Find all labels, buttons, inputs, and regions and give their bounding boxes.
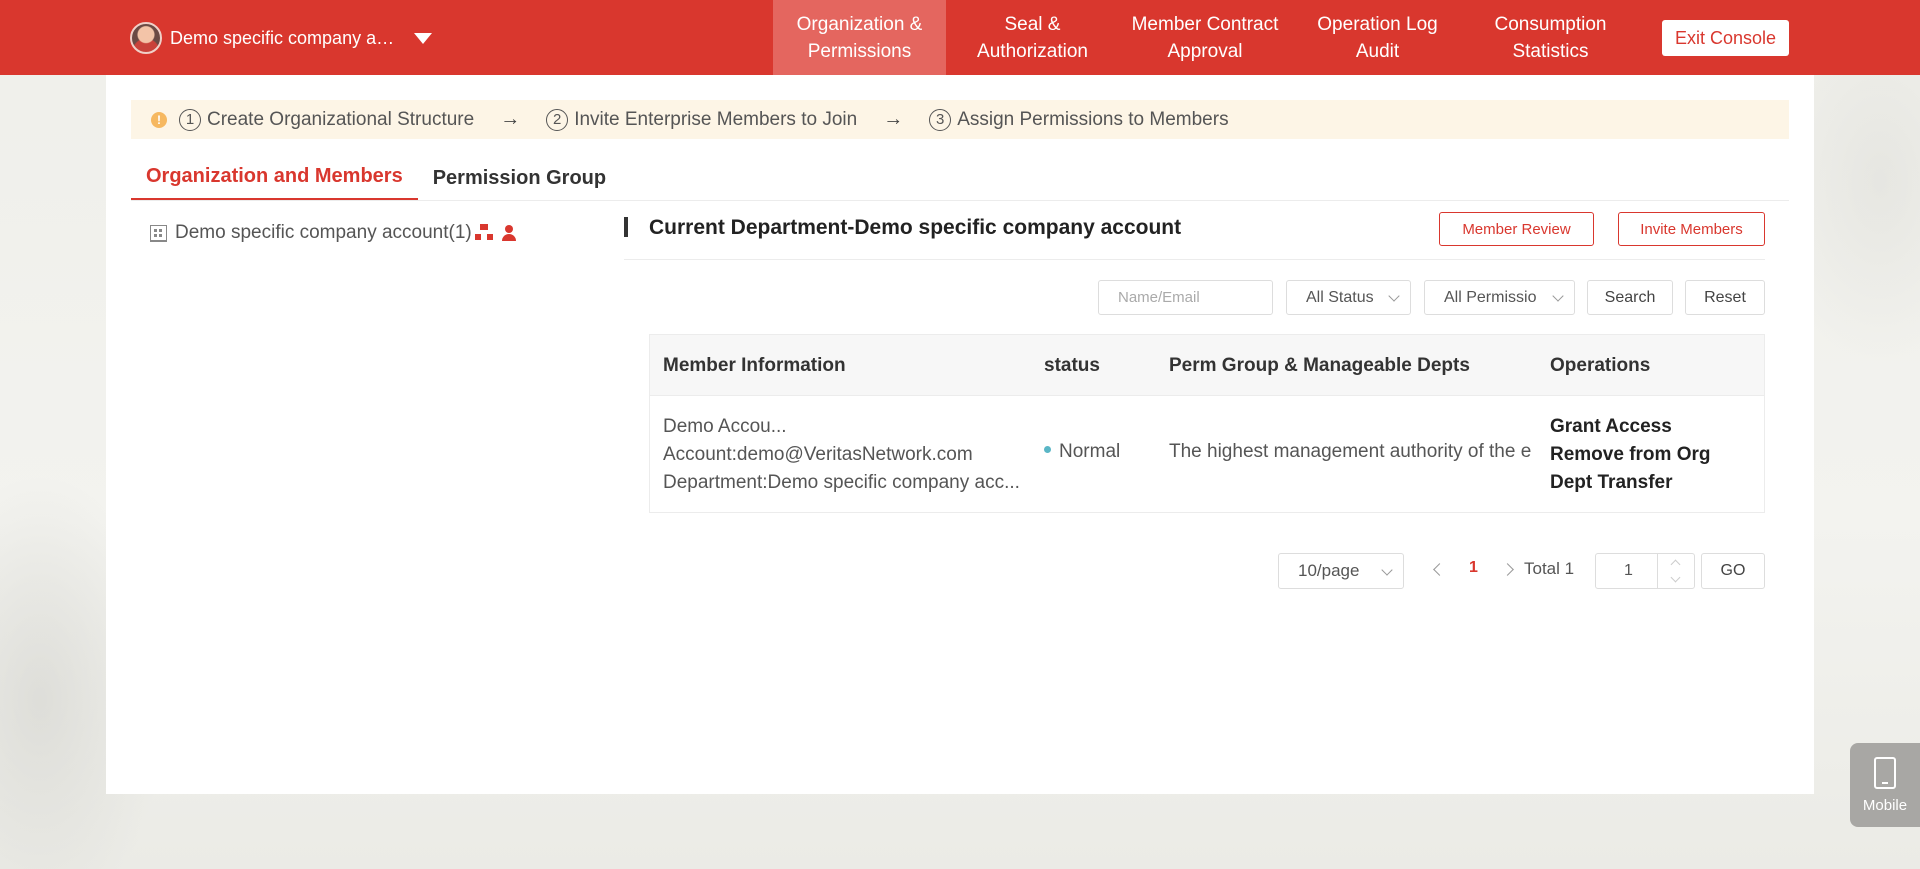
total-count: Total 1 — [1524, 559, 1575, 578]
status-cell: Normal — [1044, 441, 1120, 463]
arrow-right-icon: → — [500, 108, 521, 130]
page-size-value: 10/page — [1298, 561, 1360, 580]
page-size-select[interactable]: 10/page — [1278, 553, 1404, 589]
title-accent-bar — [624, 217, 628, 237]
column-header: status — [1044, 355, 1100, 376]
nav-label: Consumption Statistics — [1494, 13, 1607, 62]
go-button[interactable]: GO — [1701, 553, 1765, 589]
reset-button[interactable]: Reset — [1685, 280, 1765, 315]
member-department: Department:Demo specific company acc... — [663, 472, 1020, 493]
permission-select-value: All Permissio — [1444, 288, 1537, 306]
main-nav: Organization & Permissions Seal & Author… — [773, 0, 1637, 75]
chevron-down-icon — [1552, 290, 1564, 302]
status-dot-icon — [1044, 446, 1051, 454]
user-icon[interactable] — [500, 224, 518, 242]
nav-label: Operation Log Audit — [1317, 13, 1438, 62]
members-table: Member Information status Perm Group & M… — [649, 334, 1765, 513]
member-review-button[interactable]: Member Review — [1439, 212, 1594, 246]
tab-organization-members[interactable]: Organization and Members — [131, 165, 418, 200]
remove-from-org-link[interactable]: Remove from Org — [1550, 441, 1710, 469]
page-stepper[interactable] — [1657, 554, 1694, 588]
operations-cell: Grant Access Remove from Org Dept Transf… — [1550, 413, 1710, 497]
avatar — [130, 22, 162, 54]
member-account: Account:demo@VeritasNetwork.com — [663, 444, 973, 465]
nav-organization-permissions[interactable]: Organization & Permissions — [773, 0, 946, 75]
page-number-current[interactable]: 1 — [1469, 559, 1478, 577]
status-select[interactable]: All Status — [1286, 280, 1411, 315]
step-number: 2 — [546, 108, 569, 131]
search-button[interactable]: Search — [1587, 280, 1673, 315]
step-number: 3 — [929, 108, 952, 131]
chevron-down-icon — [1388, 290, 1400, 302]
chevron-up-icon[interactable] — [1670, 559, 1681, 570]
invite-members-button[interactable]: Invite Members — [1618, 212, 1765, 246]
nav-operation-log-audit[interactable]: Operation Log Audit — [1291, 0, 1464, 75]
building-icon — [150, 224, 167, 242]
department-header: Current Department-Demo specific company… — [624, 212, 1765, 260]
company-name: Demo specific company a… — [170, 27, 395, 48]
step-number: 1 — [179, 108, 201, 131]
status-text: Normal — [1059, 441, 1121, 462]
grant-access-link[interactable]: Grant Access — [1550, 413, 1710, 441]
step-2: 2 Invite Enterprise Members to Join — [546, 108, 858, 131]
nav-member-contract-approval[interactable]: Member Contract Approval — [1119, 0, 1291, 75]
org-structure-icon[interactable] — [474, 224, 494, 242]
chevron-down-icon — [1381, 564, 1393, 576]
column-header: Perm Group & Manageable Depts — [1169, 355, 1470, 376]
column-header: Operations — [1550, 355, 1651, 376]
member-name: Demo Accou... — [663, 416, 787, 437]
table-header: Member Information status Perm Group & M… — [650, 335, 1764, 396]
main-panel: ! 1 Create Organizational Structure → 2 … — [106, 75, 1814, 794]
nav-consumption-statistics[interactable]: Consumption Statistics — [1464, 0, 1637, 75]
member-info-cell: Demo Accou... Account:demo@VeritasNetwor… — [663, 413, 1020, 497]
table-row: Demo Accou... Account:demo@VeritasNetwor… — [650, 396, 1764, 513]
step-3: 3 Assign Permissions to Members — [929, 108, 1229, 131]
setup-steps-banner: ! 1 Create Organizational Structure → 2 … — [131, 100, 1789, 139]
page-jump-input[interactable]: 1 — [1595, 553, 1695, 589]
mobile-button[interactable]: Mobile — [1850, 743, 1920, 827]
perm-group-cell: The highest management authority of the … — [1169, 441, 1532, 462]
nav-seal-authorization[interactable]: Seal & Authorization — [946, 0, 1119, 75]
next-page-icon[interactable] — [1501, 563, 1514, 576]
name-email-input[interactable]: Name/Email — [1098, 280, 1273, 315]
department-title: Current Department-Demo specific company… — [649, 216, 1182, 239]
tab-permission-group[interactable]: Permission Group — [418, 167, 621, 200]
nav-label: Seal & Authorization — [977, 13, 1088, 62]
nav-label: Organization & Permissions — [796, 13, 923, 62]
top-navigation-bar: Demo specific company a… Organization & … — [0, 0, 1920, 75]
page-jump-value: 1 — [1624, 562, 1633, 579]
step-label: Invite Enterprise Members to Join — [574, 108, 858, 130]
phone-icon — [1874, 756, 1896, 789]
nav-label: Member Contract Approval — [1131, 13, 1279, 62]
warning-icon: ! — [151, 111, 167, 128]
arrow-right-icon: → — [883, 108, 904, 130]
org-tree-node[interactable]: Demo specific company account(1) — [150, 222, 518, 244]
caret-down-icon[interactable] — [414, 32, 433, 44]
company-switcher[interactable]: Demo specific company a… — [130, 21, 433, 55]
prev-page-icon[interactable] — [1433, 563, 1446, 576]
step-label: Assign Permissions to Members — [957, 108, 1229, 130]
org-tree-node-label: Demo specific company account(1) — [175, 222, 472, 243]
status-select-value: All Status — [1306, 288, 1374, 306]
permission-select[interactable]: All Permissio — [1424, 280, 1575, 315]
column-header: Member Information — [663, 355, 846, 376]
tab-bar: Organization and Members Permission Grou… — [131, 151, 1789, 201]
chevron-down-icon[interactable] — [1670, 572, 1681, 583]
step-label: Create Organizational Structure — [207, 108, 475, 130]
exit-console-button[interactable]: Exit Console — [1662, 20, 1789, 56]
step-1: 1 Create Organizational Structure — [179, 108, 475, 131]
mobile-label: Mobile — [1862, 796, 1908, 814]
dept-transfer-link[interactable]: Dept Transfer — [1550, 469, 1710, 497]
